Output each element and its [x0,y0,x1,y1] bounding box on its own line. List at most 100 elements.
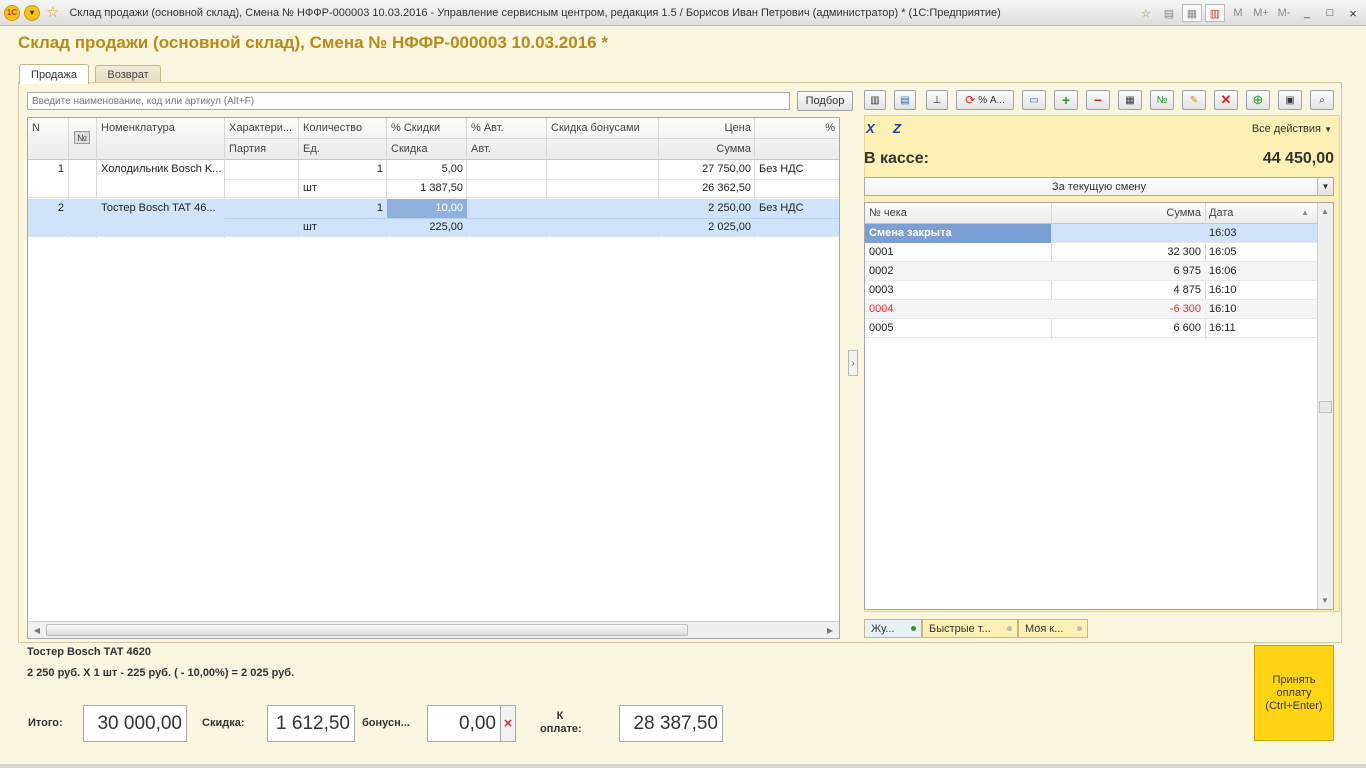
col-price[interactable]: Цена [659,118,755,138]
row-qty[interactable]: 1 [299,160,387,179]
note-icon[interactable]: ✎ [1182,90,1206,110]
receipt-time: 16:06 [1209,265,1237,277]
col-sum[interactable]: Сумма [659,139,755,159]
table-row[interactable]: 1 Холодильник Bosch K... 1 шт 5,00 1 387… [28,160,839,198]
col-unit[interactable]: Ед. [299,139,387,159]
col-discount[interactable]: Скидка [387,139,467,159]
memory-minus-button[interactable]: M- [1274,4,1294,22]
topay-field: 28 387,50 [619,705,723,742]
podbor-button[interactable]: Подбор [797,91,853,111]
recalc-auto-discount-button[interactable]: ⟳% А... [956,90,1014,110]
cancel-icon[interactable]: ✕ [1214,90,1238,110]
add-circle-icon[interactable]: ⊕ [1246,90,1270,110]
panel-splitter-chevron-icon[interactable]: › [848,350,858,376]
minimize-button[interactable]: _ [1297,4,1317,22]
stamp-icon[interactable]: ⊥ [926,90,948,110]
receipt-row[interactable]: 0002 6 975 16:06 [865,262,1317,281]
tab-my-cash-label: Моя к... [1025,622,1064,635]
window-titlebar: 1С ▾ ☆ Склад продажи (основной склад), С… [0,0,1366,26]
scroll-right-icon[interactable]: ▶ [822,623,838,637]
period-select[interactable]: За текущую смену ▼ [864,177,1334,196]
row-disc-pct[interactable]: 5,00 [387,160,467,179]
close-button[interactable]: × [1343,4,1363,22]
remove-row-icon[interactable]: − [1086,90,1110,110]
row-discount[interactable]: 225,00 [387,218,467,237]
row-discount[interactable]: 1 387,50 [387,179,467,198]
memory-plus-button[interactable]: M+ [1251,4,1271,22]
add-row-icon[interactable]: + [1054,90,1078,110]
all-actions-menu[interactable]: Все действия ▼ [1200,123,1332,135]
row-unit[interactable]: шт [299,179,387,198]
row-price[interactable]: 2 250,00 [659,199,755,218]
memory-m-button[interactable]: M [1228,4,1248,22]
chevron-down-icon[interactable]: ▼ [1317,178,1333,195]
row-disc-pct-active[interactable]: 10,00 [387,199,467,218]
table-row-selected[interactable]: 2 Тостер Bosch TAT 46... 1 шт 10,00 225,… [28,199,839,237]
col-receipt-sum[interactable]: Сумма [1051,203,1205,223]
receipt-row[interactable]: 0005 6 600 16:11 [865,319,1317,338]
tab-quick-goods[interactable]: Быстрые т... [922,619,1018,638]
col-check-number[interactable]: № чека [865,203,1051,223]
col-nomenclature[interactable]: Номенклатура [97,118,225,138]
favorite-star-icon[interactable]: ☆ [46,4,59,21]
receipt-row-return[interactable]: 0004 -6 300 16:10 [865,300,1317,319]
tab-sale[interactable]: Продажа [19,64,89,84]
x-report-icon[interactable]: X [866,121,875,136]
row-name[interactable]: Тостер Bosch TAT 46... [97,199,225,218]
horizontal-scrollbar[interactable]: ◀ ▶ [28,621,839,638]
col-number-icon[interactable]: № [68,128,96,148]
scroll-thumb[interactable] [1319,401,1332,413]
calculator-button-icon[interactable]: ▦ [1118,90,1142,110]
col-auto[interactable]: Авт. [467,139,547,159]
search-icon[interactable]: ⌕ [1310,90,1334,110]
cash-label: В кассе: [864,150,929,167]
sort-asc-icon[interactable]: ▲ [1301,208,1309,217]
col-discount-pct[interactable]: % Скидки [387,118,467,138]
col-batch[interactable]: Партия [225,139,299,159]
receipt-row[interactable]: 0001 32 300 16:05 [865,243,1317,262]
row-qty[interactable]: 1 [299,199,387,218]
row-unit[interactable]: шт [299,218,387,237]
calculator-icon[interactable]: ▦ [1182,4,1202,22]
scroll-up-icon[interactable]: ▲ [1321,207,1329,216]
receipt-sum: 6 975 [1173,265,1201,277]
clear-bonus-icon[interactable]: ✕ [500,705,516,742]
card-icon[interactable]: ▭ [1022,90,1046,110]
tab-my-cash[interactable]: Моя к... [1018,619,1088,638]
1c-logo-icon[interactable]: 1С [4,4,20,21]
history-icon[interactable]: ▤ [1159,4,1179,22]
scroll-left-icon[interactable]: ◀ [29,623,45,637]
receipt-row-selected[interactable]: Смена закрыта 16:03 [865,224,1317,243]
col-n[interactable]: N [28,118,68,138]
add-favorite-icon[interactable]: ☆ [1136,4,1156,22]
row-vat[interactable]: Без НДС [755,160,839,179]
col-quantity[interactable]: Количество [299,118,387,138]
maximize-button[interactable]: □ [1320,4,1340,22]
vertical-scrollbar[interactable]: ▲ ▼ [1317,203,1333,609]
receipt-number-icon[interactable]: № [1150,90,1174,110]
barcode-icon[interactable]: ▥ [864,90,886,110]
search-input[interactable] [27,92,790,110]
z-report-icon[interactable]: Z [893,121,901,136]
row-price[interactable]: 27 750,00 [659,160,755,179]
cash-value: 44 450,00 [1262,150,1334,167]
row-name[interactable]: Холодильник Bosch K... [97,160,225,179]
col-bonus-discount[interactable]: Скидка бонусами [547,118,659,138]
bonus-field[interactable]: 0,00 [427,705,501,742]
main-menu-icon[interactable]: ▾ [24,4,40,21]
tab-journal[interactable]: Жу... [864,619,922,638]
row-sum: 2 025,00 [708,221,751,233]
col-vat[interactable]: % [755,118,839,138]
calendar-icon[interactable]: ▥ [1205,4,1225,22]
new-document-icon[interactable]: ▣ [1278,90,1302,110]
barcode-search-icon[interactable]: ▤ [894,90,916,110]
col-auto-pct[interactable]: % Авт. [467,118,547,138]
discount-field: 1 612,50 [267,705,355,742]
receipt-row[interactable]: 0003 4 875 16:10 [865,281,1317,300]
inactive-dot-icon [1077,626,1082,631]
scroll-thumb[interactable] [46,624,688,636]
col-characteristic[interactable]: Характери... [225,118,299,138]
accept-payment-button[interactable]: Принять оплату (Ctrl+Enter) [1254,645,1334,741]
row-vat[interactable]: Без НДС [755,199,839,218]
scroll-down-icon[interactable]: ▼ [1321,596,1329,605]
